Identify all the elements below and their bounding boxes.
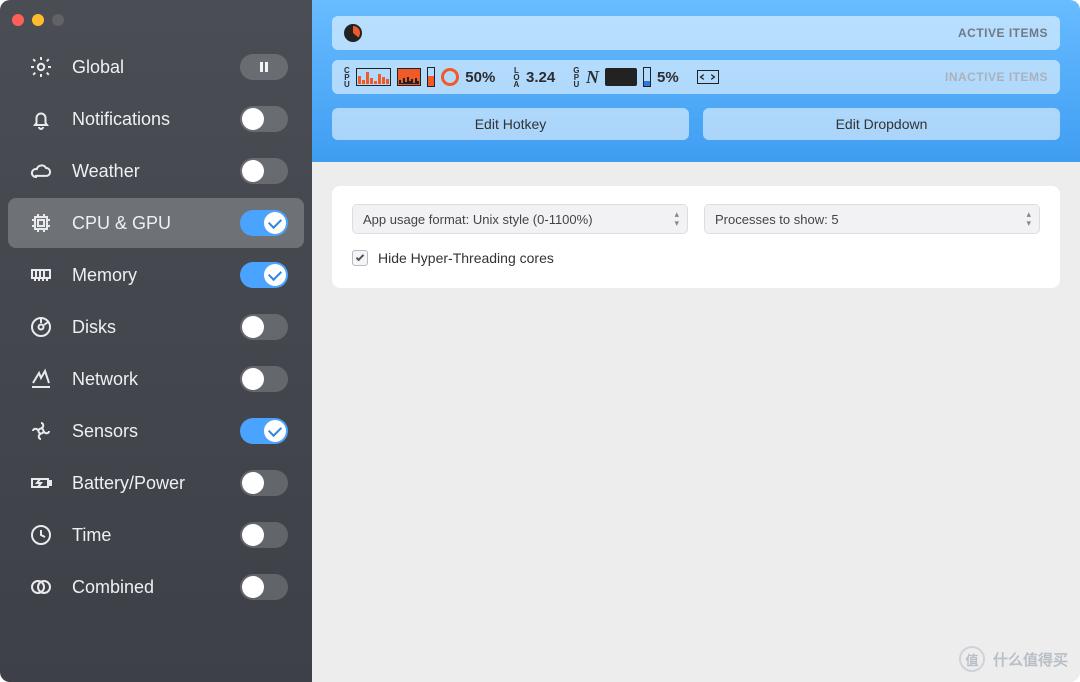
bell-icon bbox=[28, 106, 54, 132]
watermark-badge-icon: 值 bbox=[959, 646, 985, 672]
cpu-group[interactable]: CPU 50% bbox=[344, 67, 495, 88]
toggle-sensors[interactable] bbox=[240, 418, 288, 444]
content-area: App usage format: Unix style (0-1100%) ▴… bbox=[312, 162, 1080, 312]
disk-icon bbox=[28, 314, 54, 340]
arrows-group[interactable] bbox=[697, 70, 719, 84]
network-icon bbox=[28, 366, 54, 392]
vertical-gauge-icon bbox=[643, 67, 651, 87]
toggle-disks[interactable] bbox=[240, 314, 288, 340]
settings-panel: App usage format: Unix style (0-1100%) ▴… bbox=[332, 186, 1060, 288]
flame-chart-icon bbox=[397, 68, 421, 86]
sidebar-item-battery[interactable]: Battery/Power bbox=[8, 458, 304, 508]
gpu-percent: 5% bbox=[657, 69, 679, 86]
gpu-group[interactable]: GPU N 5% bbox=[573, 67, 678, 88]
active-items-label: ACTIVE ITEMS bbox=[958, 26, 1048, 40]
sidebar-label: Network bbox=[72, 369, 222, 390]
load-value: 3.24 bbox=[526, 69, 555, 86]
pie-gauge-icon[interactable] bbox=[344, 24, 362, 42]
chip-icon bbox=[28, 210, 54, 236]
chevron-updown-icon: ▴▾ bbox=[674, 210, 679, 228]
sidebar-label: Global bbox=[72, 57, 222, 78]
load-label-icon: LOA bbox=[513, 67, 520, 88]
hide-ht-label: Hide Hyper-Threading cores bbox=[378, 250, 554, 266]
inactive-items-label: INACTIVE ITEMS bbox=[945, 70, 1048, 84]
sidebar-item-time[interactable]: Time bbox=[8, 510, 304, 560]
window-controls bbox=[0, 8, 312, 40]
memory-icon bbox=[28, 262, 54, 288]
toggle-combined[interactable] bbox=[240, 574, 288, 600]
gpu-label-icon: GPU bbox=[573, 67, 580, 88]
app-usage-format-select[interactable]: App usage format: Unix style (0-1100%) ▴… bbox=[352, 204, 688, 234]
sidebar-label: Notifications bbox=[72, 109, 222, 130]
hide-ht-checkbox[interactable] bbox=[352, 250, 368, 266]
sidebar-item-sensors[interactable]: Sensors bbox=[8, 406, 304, 456]
battery-icon bbox=[28, 470, 54, 496]
arrows-icon bbox=[697, 70, 719, 84]
toggle-time[interactable] bbox=[240, 522, 288, 548]
sidebar: Global Notifications Weather bbox=[0, 0, 312, 682]
zoom-window-button[interactable] bbox=[52, 14, 64, 26]
pause-button[interactable] bbox=[240, 54, 288, 80]
processes-to-show-select[interactable]: Processes to show: 5 ▴▾ bbox=[704, 204, 1040, 234]
gear-icon bbox=[28, 54, 54, 80]
sidebar-label: Time bbox=[72, 525, 222, 546]
sidebar-item-notifications[interactable]: Notifications bbox=[8, 94, 304, 144]
toggle-weather[interactable] bbox=[240, 158, 288, 184]
solid-block-icon bbox=[605, 68, 637, 86]
chevron-updown-icon: ▴▾ bbox=[1026, 210, 1031, 228]
sidebar-label: Sensors bbox=[72, 421, 222, 442]
select-value: App usage format: Unix style (0-1100%) bbox=[363, 212, 593, 227]
sidebar-item-network[interactable]: Network bbox=[8, 354, 304, 404]
cloud-icon bbox=[28, 158, 54, 184]
load-group[interactable]: LOA 3.24 bbox=[513, 67, 555, 88]
sidebar-item-weather[interactable]: Weather bbox=[8, 146, 304, 196]
inactive-items-bar[interactable]: CPU 50% LOA 3.24 GPU bbox=[332, 60, 1060, 94]
cpu-label-icon: CPU bbox=[344, 67, 350, 88]
main-pane: ACTIVE ITEMS CPU 50% LOA bbox=[312, 0, 1080, 682]
sidebar-item-combined[interactable]: Combined bbox=[8, 562, 304, 612]
sidebar-label: Disks bbox=[72, 317, 222, 338]
sidebar-item-global[interactable]: Global bbox=[8, 42, 304, 92]
bar-chart-icon bbox=[356, 68, 391, 86]
fan-icon bbox=[28, 418, 54, 444]
edit-dropdown-button[interactable]: Edit Dropdown bbox=[703, 108, 1060, 140]
sidebar-label: Combined bbox=[72, 577, 222, 598]
toggle-notifications[interactable] bbox=[240, 106, 288, 132]
active-items-bar[interactable]: ACTIVE ITEMS bbox=[332, 16, 1060, 50]
toggle-cpu-gpu[interactable] bbox=[240, 210, 288, 236]
vertical-gauge-icon bbox=[427, 67, 435, 87]
select-value: Processes to show: 5 bbox=[715, 212, 839, 227]
toggle-battery[interactable] bbox=[240, 470, 288, 496]
toggle-memory[interactable] bbox=[240, 262, 288, 288]
sidebar-item-cpu-gpu[interactable]: CPU & GPU bbox=[8, 198, 304, 248]
edit-hotkey-button[interactable]: Edit Hotkey bbox=[332, 108, 689, 140]
cpu-percent: 50% bbox=[465, 69, 495, 86]
toggle-network[interactable] bbox=[240, 366, 288, 392]
sidebar-label: CPU & GPU bbox=[72, 213, 222, 234]
watermark-text: 什么值得买 bbox=[993, 649, 1068, 670]
sidebar-label: Memory bbox=[72, 265, 222, 286]
sidebar-label: Weather bbox=[72, 161, 222, 182]
sidebar-label: Battery/Power bbox=[72, 473, 222, 494]
watermark: 值 什么值得买 bbox=[959, 646, 1068, 672]
hide-ht-row: Hide Hyper-Threading cores bbox=[352, 250, 1040, 266]
rings-icon bbox=[28, 574, 54, 600]
minimize-window-button[interactable] bbox=[32, 14, 44, 26]
ring-gauge-icon bbox=[441, 68, 459, 86]
gpu-n-icon: N bbox=[586, 67, 599, 88]
header: ACTIVE ITEMS CPU 50% LOA bbox=[312, 0, 1080, 162]
clock-icon bbox=[28, 522, 54, 548]
close-window-button[interactable] bbox=[12, 14, 24, 26]
sidebar-item-disks[interactable]: Disks bbox=[8, 302, 304, 352]
sidebar-item-memory[interactable]: Memory bbox=[8, 250, 304, 300]
